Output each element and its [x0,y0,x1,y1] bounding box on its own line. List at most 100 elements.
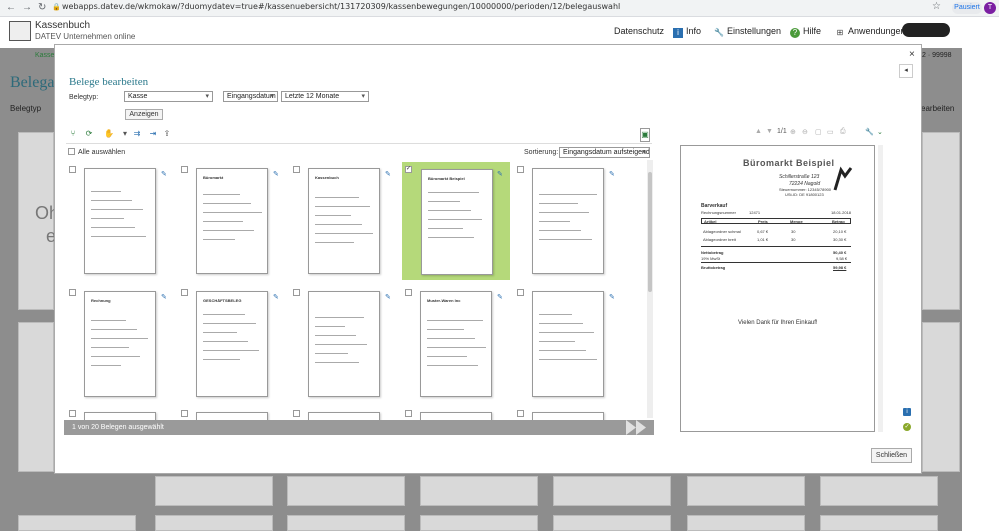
document-thumbnail[interactable] [308,291,380,397]
pin-icon[interactable]: ✎ [497,293,503,301]
belegtyp-select[interactable]: Kasse [124,91,213,102]
thumbnail-line [91,320,126,321]
expand-chevron-icon[interactable]: ⌄ [877,128,883,136]
col-preis: Preis [758,219,768,224]
document-thumbnail[interactable]: Kassenbuch [308,168,380,274]
collapse-panel-icon[interactable]: ◂ [899,64,913,78]
thumbnail-checkbox[interactable] [69,289,76,296]
merge-icon[interactable]: ⇉ [132,128,142,140]
page-up-icon[interactable]: ▲ [755,128,762,135]
period-select[interactable]: Letzte 12 Monate [281,91,369,102]
profile-paused-badge[interactable]: Pausiert [952,2,982,14]
checkbox-icon[interactable] [68,148,75,155]
thumbnail-checkbox[interactable] [293,410,300,417]
toolbar-divider [66,143,652,144]
bookmark-star-icon[interactable]: ☆ [932,1,941,12]
document-thumbnail[interactable]: Rechnung [84,291,156,397]
tools-wrench-icon[interactable]: 🔧 [865,128,874,136]
thumbnail-line [539,221,570,222]
view-toggle-icon[interactable]: ▣ [640,128,650,142]
thumbnail-checkbox[interactable] [181,166,188,173]
thumbnail-line [315,362,359,363]
hand-icon[interactable]: ✋ [104,128,114,140]
thumbnail-checkbox[interactable] [293,289,300,296]
thumbnail-checkbox[interactable] [517,166,524,173]
cell: 20,10 € [833,229,847,234]
thumbnail-checkbox[interactable] [517,410,524,417]
pin-icon[interactable]: ✎ [161,170,167,178]
export-icon[interactable]: ⇥ [148,128,158,140]
bg-card [420,476,538,506]
thumbnail-line [539,230,581,231]
nav-einstellungen[interactable]: 🔧 Einstellungen [714,26,781,38]
zoom-in-icon[interactable]: ⊕ [790,128,796,136]
pin-icon[interactable]: ✎ [273,293,279,301]
thumbnail-line [315,326,345,327]
preview-scrollbar[interactable] [878,145,883,432]
schliessen-button[interactable]: Schließen [871,448,912,463]
print-icon[interactable]: ⎙ [840,128,846,136]
nav-hilfe[interactable]: ? Hilfe [790,26,821,38]
page-down-icon[interactable]: ▼ [766,128,773,135]
thumbnail-line [91,227,135,228]
forward-icon[interactable]: → [22,2,32,13]
fit-width-icon[interactable]: ▭ [827,128,834,136]
sort-select[interactable]: Eingangsdatum aufsteigend [559,147,650,158]
sort-label: Sortierung: [524,149,559,156]
back-icon[interactable]: ← [6,2,16,13]
thumbnail-line [539,341,575,342]
thumbnail-checkbox[interactable] [181,289,188,296]
nav-anwendungen[interactable]: ⊞ Anwendungen [835,26,906,38]
bg-card [553,515,671,531]
thumbnail-checkbox[interactable] [405,289,412,296]
fit-page-icon[interactable]: ▢ [815,128,822,136]
thumbnail-line [539,332,594,333]
nav-datenschutz[interactable]: Datenschutz [614,26,664,36]
document-thumbnail[interactable] [532,291,604,397]
pin-icon[interactable]: ✎ [161,293,167,301]
thumbnail-checkbox[interactable] [69,166,76,173]
bg-bearbeiten: earbeiten [921,104,955,113]
wrench-icon: 🔧 [714,28,724,37]
thumbnail-checkbox[interactable] [293,166,300,173]
check-icon[interactable]: ✓ [903,423,911,431]
info-icon[interactable]: i [903,408,911,416]
document-thumbnail[interactable] [532,168,604,274]
lock-icon: 🔒 [52,4,61,11]
thumbnail-checkbox[interactable] [69,410,76,417]
document-thumbnail[interactable]: Muster-Waren Inc [420,291,492,397]
zoom-out-icon[interactable]: ⊖ [802,128,808,136]
nav-info[interactable]: i Info [673,26,701,38]
pin-icon[interactable]: ✎ [609,170,615,178]
thumbnail-checkbox[interactable]: ✓ [405,166,412,173]
tax-value: 9,58 € [836,256,848,261]
avatar[interactable]: T [984,2,996,14]
pin-icon[interactable]: ✎ [385,293,391,301]
dropdown-chevron-icon[interactable]: ▾ [120,128,130,140]
pin-icon[interactable]: ✎ [497,170,503,178]
thumbnail-checkbox[interactable] [405,410,412,417]
thumbnail-checkbox[interactable] [517,289,524,296]
thumbnail-line [427,356,467,357]
upload-icon[interactable]: ⇪ [162,128,172,140]
document-thumbnail[interactable]: Büromarkt [196,168,268,274]
pin-icon[interactable]: ✎ [609,293,615,301]
rotate-icon[interactable]: ⟳ [84,128,94,140]
select-all-checkbox[interactable]: Alle auswählen [68,148,125,156]
pin-icon[interactable]: ✎ [385,170,391,178]
address-bar[interactable]: webapps.datev.de/wkmokaw/?duomydatev=tru… [62,2,620,11]
anzeigen-button[interactable]: Anzeigen [125,109,163,120]
split-icon[interactable]: ⑂ [68,128,78,140]
pin-icon[interactable]: ✎ [273,170,279,178]
date-field-select[interactable]: Eingangsdatum [223,91,278,102]
close-icon[interactable]: × [909,49,915,60]
document-thumbnail[interactable]: Büromarkt Beispiel [421,169,493,275]
scrollbar-thumb[interactable] [648,172,652,292]
document-thumbnail[interactable] [84,168,156,274]
document-thumbnail[interactable]: GESCHÄFTSBELEG [196,291,268,397]
thumbnail-line [315,197,359,198]
thumbnail-line [91,191,121,192]
reload-icon[interactable]: ↻ [38,2,46,13]
thumbnail-line [315,242,354,243]
thumbnail-checkbox[interactable] [181,410,188,417]
